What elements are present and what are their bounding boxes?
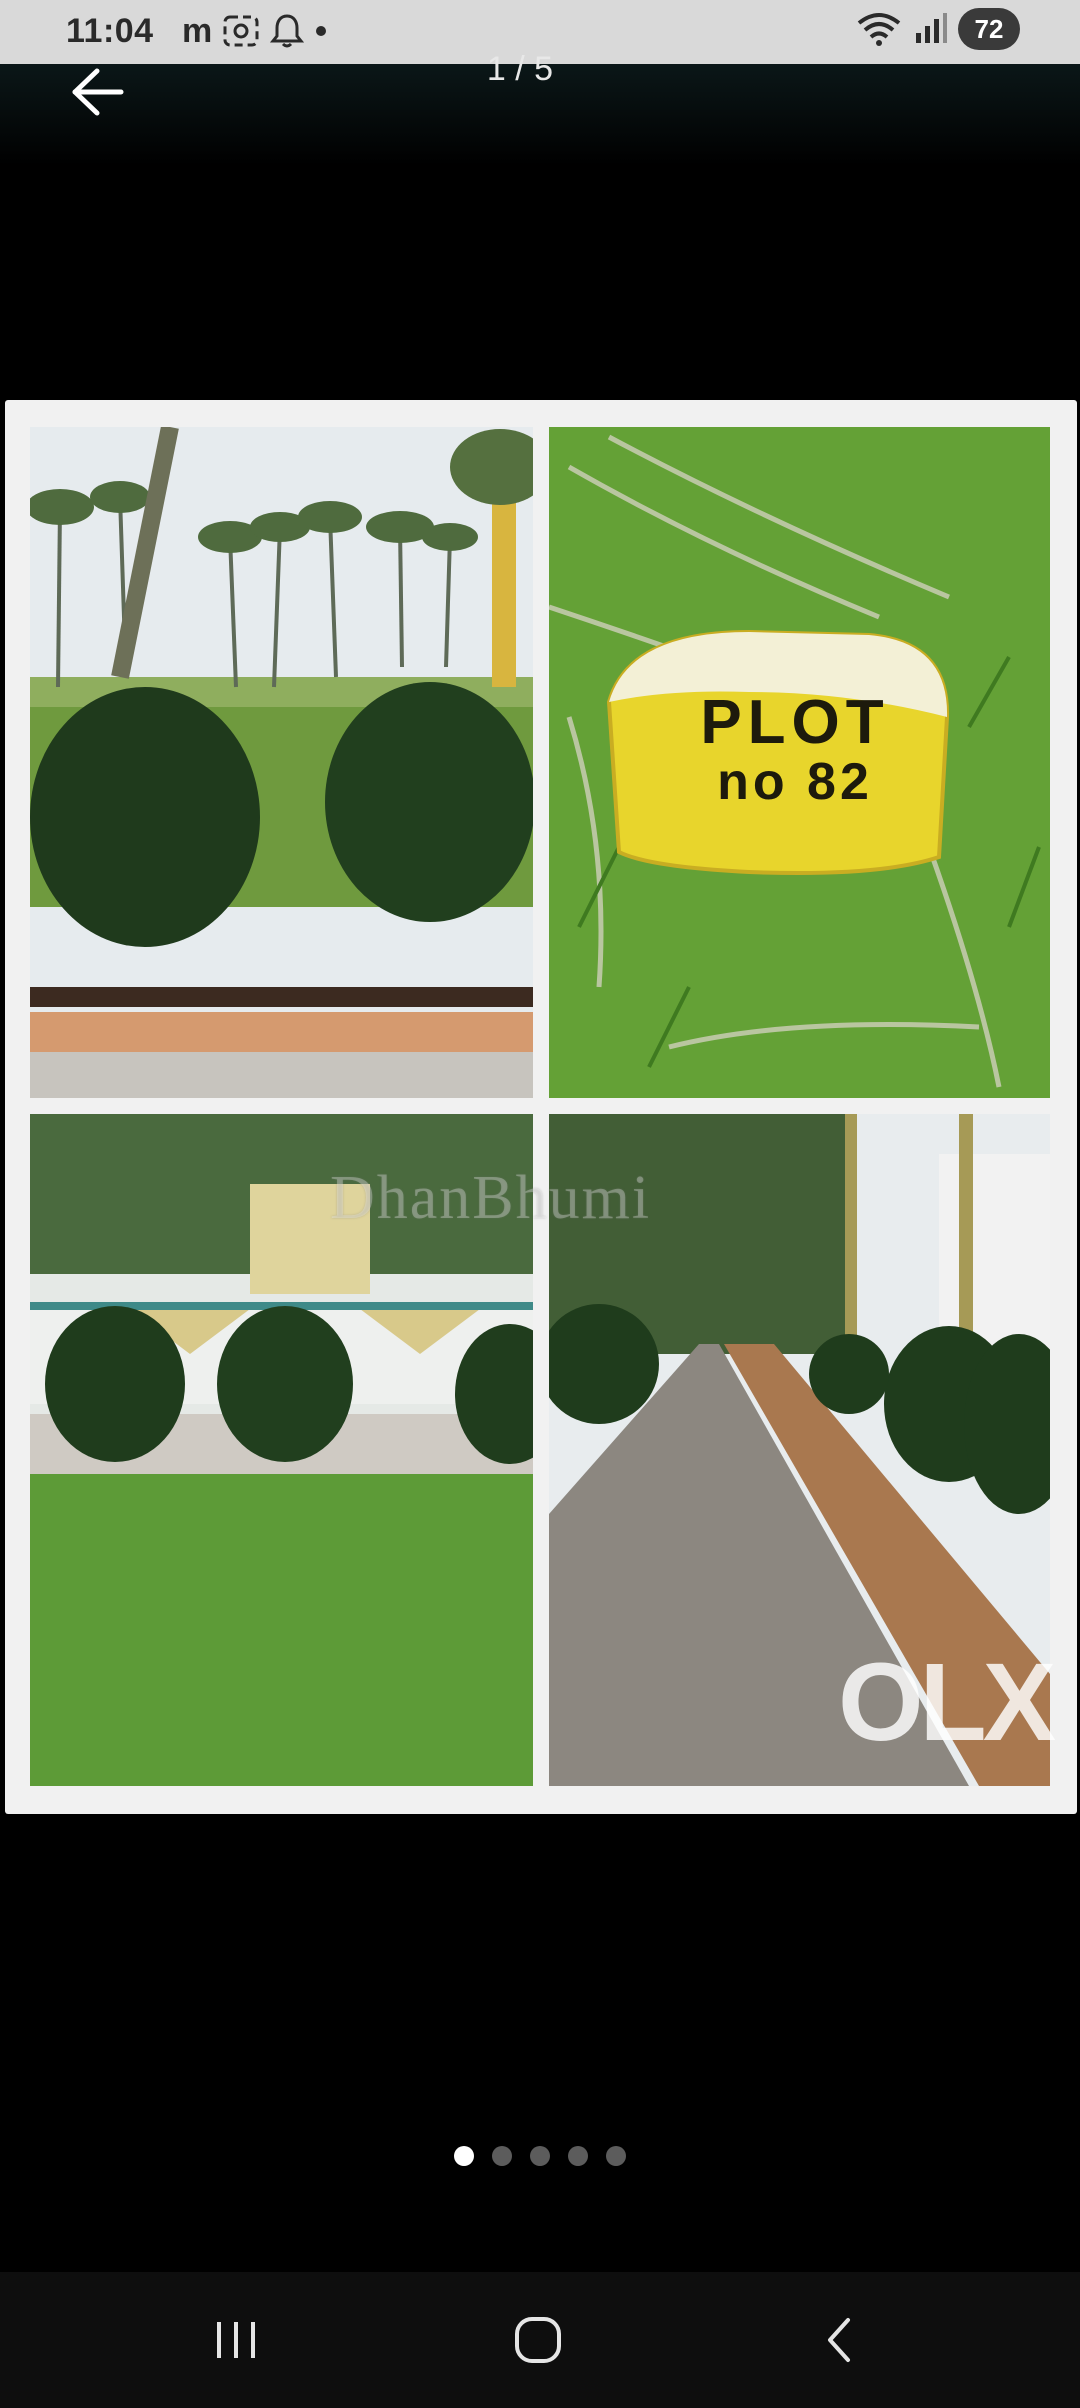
page-counter: 1 / 5 xyxy=(486,50,554,88)
screenshot-icon xyxy=(222,12,260,50)
olx-logo: OLX xyxy=(838,1641,1056,1764)
watermark-text: DhanBhumi xyxy=(330,1164,652,1232)
plot-marker-line2: no 82 xyxy=(717,753,873,812)
plot-marker-label: PLOT no 82 xyxy=(630,690,960,810)
recents-icon xyxy=(217,2322,255,2358)
pagination-dot-5[interactable] xyxy=(606,2146,626,2166)
signal-icon xyxy=(912,10,948,48)
battery-icon: 72 xyxy=(958,8,1020,50)
pagination-dot-1[interactable] xyxy=(454,2146,474,2166)
back-button[interactable] xyxy=(62,64,132,120)
home-button[interactable] xyxy=(478,2272,598,2408)
pagination-dot-2[interactable] xyxy=(492,2146,512,2166)
pagination-dot-3[interactable] xyxy=(530,2146,550,2166)
status-icons-left: m xyxy=(182,12,328,50)
recents-button[interactable] xyxy=(176,2272,296,2408)
plot-marker-line1: PLOT xyxy=(700,688,890,757)
arrow-left-icon xyxy=(72,68,124,116)
back-nav-icon xyxy=(828,2318,850,2362)
app-bar: 1 / 5 xyxy=(0,50,1080,184)
wifi-icon xyxy=(856,10,902,48)
system-nav-bar xyxy=(0,2272,1080,2408)
home-icon xyxy=(515,2317,561,2363)
status-icons-right: 72 xyxy=(856,8,1020,50)
dot-icon xyxy=(314,12,328,50)
back-nav-button[interactable] xyxy=(780,2272,900,2408)
photo-palm-garden xyxy=(30,427,533,1098)
bell-icon xyxy=(270,12,305,50)
pagination-dot-4[interactable] xyxy=(568,2146,588,2166)
status-time: 11:04 xyxy=(66,12,154,50)
pagination-dots xyxy=(0,2146,1080,2166)
carrier-badge: m xyxy=(182,11,213,50)
